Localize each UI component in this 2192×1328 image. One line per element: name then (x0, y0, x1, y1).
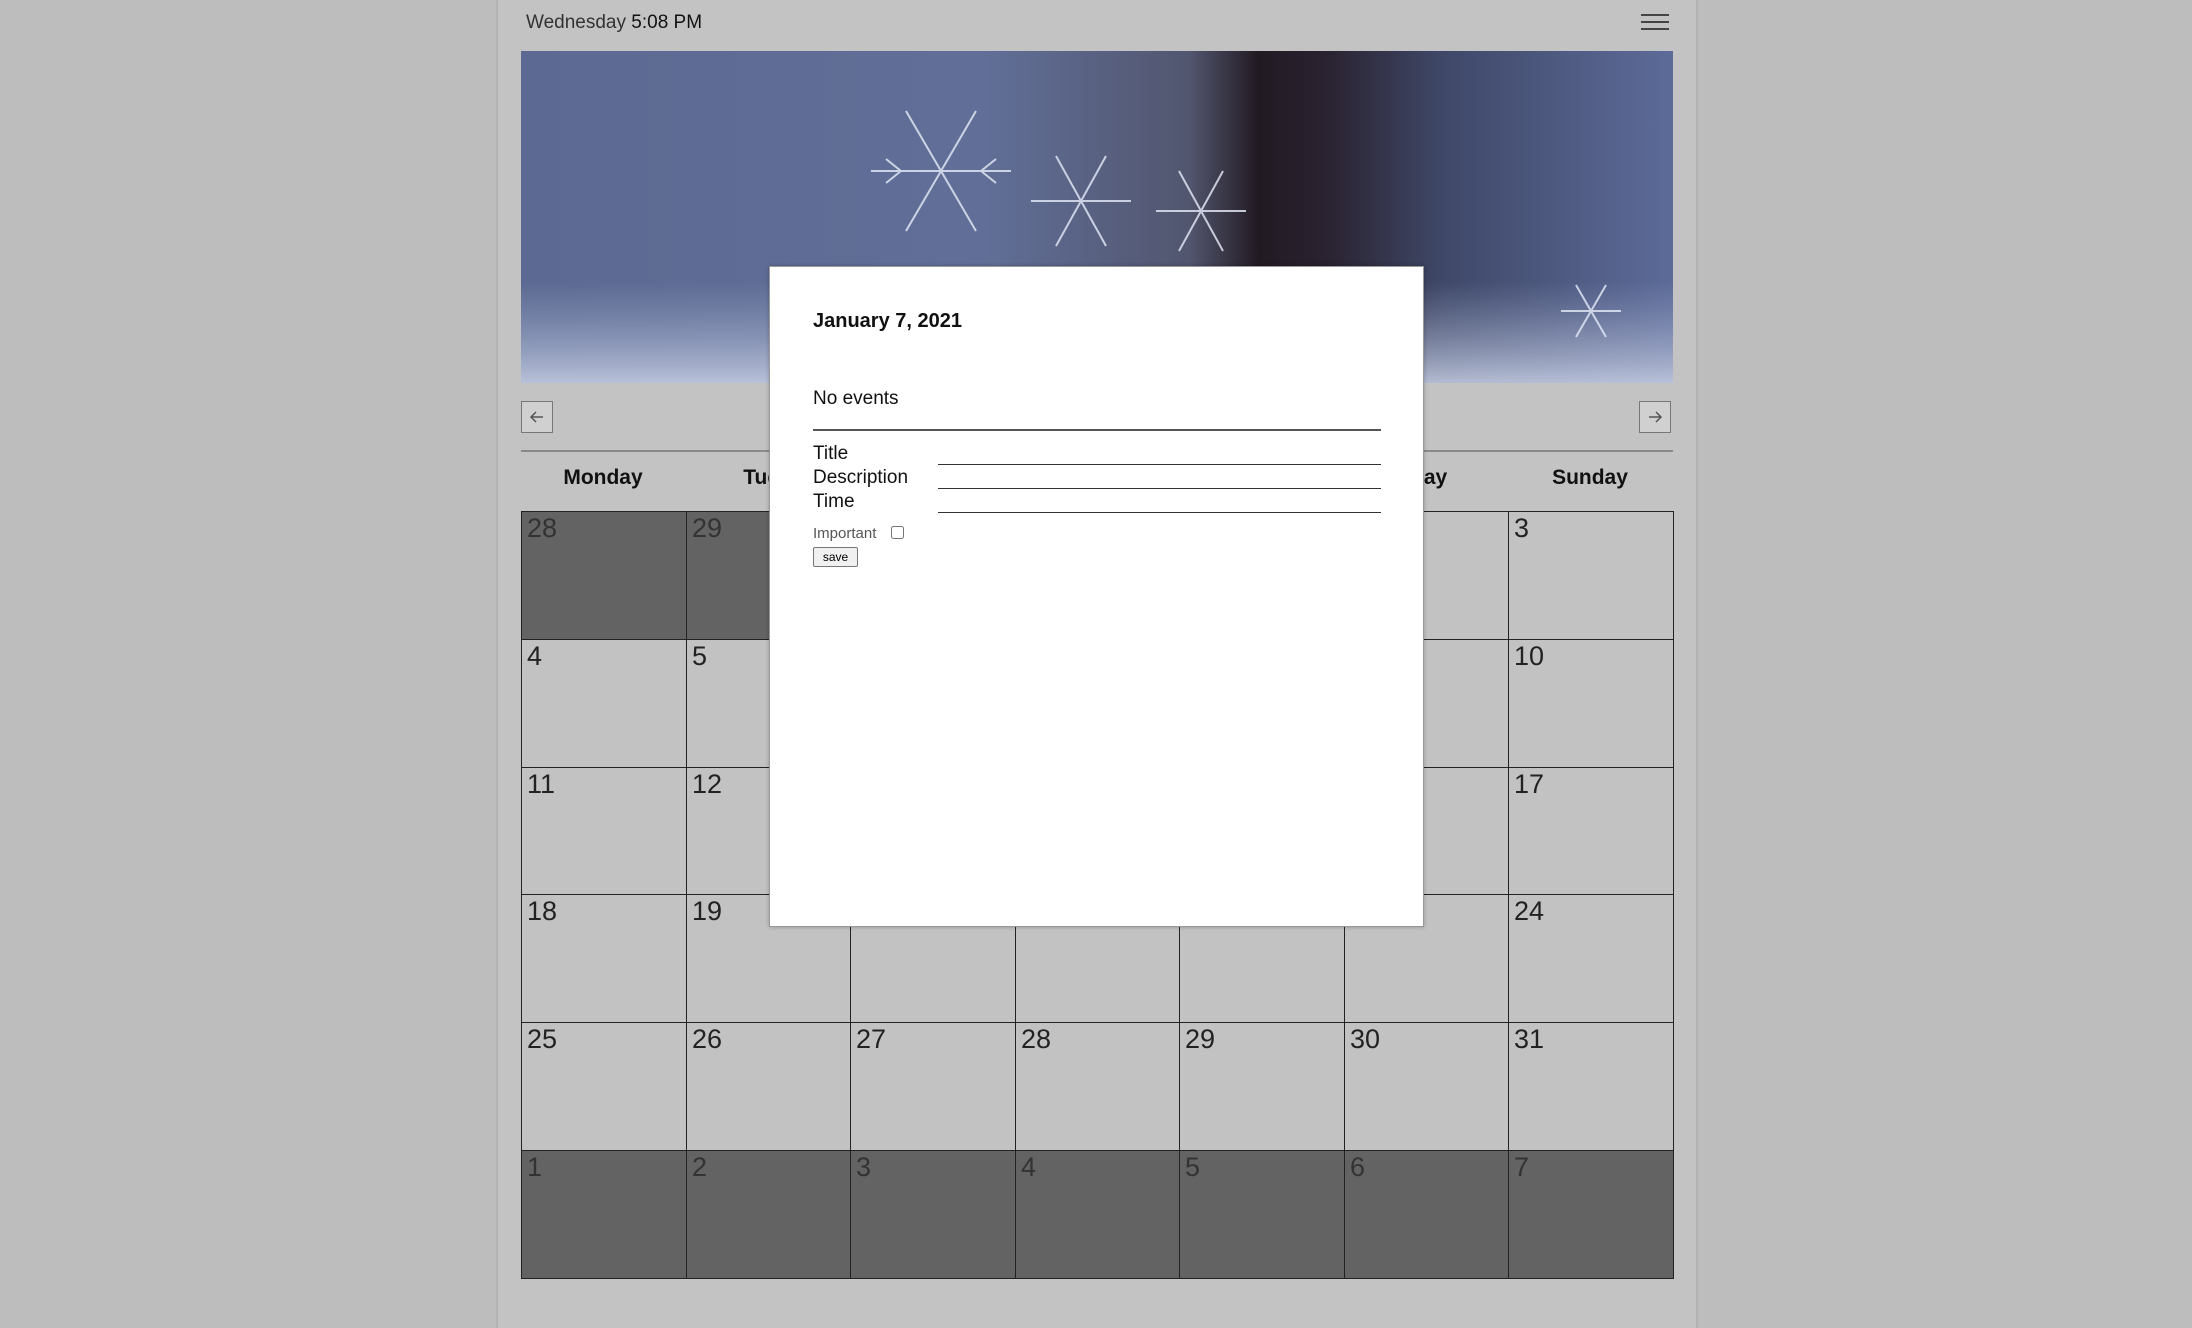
day-number: 24 (1514, 896, 1545, 926)
no-events-text: No events (813, 388, 899, 409)
day-cell-sunday[interactable]: 7 (1508, 1150, 1674, 1279)
day-cell-monday[interactable]: 18 (521, 894, 687, 1023)
weekday-text: Wednesday (526, 12, 626, 33)
description-label: Description (813, 467, 909, 488)
important-label: Important (813, 525, 877, 542)
day-number: 2 (692, 1152, 708, 1182)
day-number: 30 (1350, 1024, 1381, 1054)
day-cell-thursday[interactable]: 28 (1015, 1022, 1180, 1151)
day-number: 27 (856, 1024, 887, 1054)
day-number: 5 (1185, 1152, 1201, 1182)
time-text: 5:08 PM (631, 12, 703, 33)
dialog-divider (813, 429, 1381, 431)
day-number: 17 (1514, 769, 1545, 799)
day-number: 6 (1350, 1152, 1366, 1182)
day-cell-tuesday[interactable]: 26 (686, 1022, 851, 1151)
hamburger-menu-icon[interactable] (1641, 14, 1669, 34)
day-cell-monday[interactable]: 25 (521, 1022, 687, 1151)
day-number: 29 (692, 513, 723, 543)
day-cell-saturday[interactable]: 30 (1344, 1022, 1509, 1151)
day-cell-wednesday[interactable]: 27 (850, 1022, 1016, 1151)
day-cell-sunday[interactable]: 17 (1508, 767, 1674, 895)
day-number: 3 (1514, 513, 1530, 543)
datetime-display: Wednesday 5:08 PM (526, 12, 702, 34)
prev-month-button[interactable] (521, 401, 553, 433)
day-cell-thursday[interactable]: 4 (1015, 1150, 1180, 1279)
day-number: 10 (1514, 641, 1545, 671)
day-cell-friday[interactable]: 29 (1179, 1022, 1345, 1151)
day-cell-sunday[interactable]: 3 (1508, 511, 1674, 640)
day-number: 4 (1021, 1152, 1037, 1182)
day-number: 3 (856, 1152, 872, 1182)
day-number: 28 (1021, 1024, 1052, 1054)
day-number: 12 (692, 769, 723, 799)
day-cell-friday[interactable]: 5 (1179, 1150, 1345, 1279)
event-dialog: January 7, 2021 No events Title Descript… (769, 266, 1424, 927)
save-button[interactable]: save (813, 547, 858, 567)
day-number: 26 (692, 1024, 723, 1054)
time-label: Time (813, 491, 855, 512)
day-cell-monday[interactable]: 11 (521, 767, 687, 895)
title-label: Title (813, 443, 849, 464)
day-cell-sunday[interactable]: 10 (1508, 639, 1674, 768)
day-number: 18 (527, 896, 558, 926)
day-number: 1 (527, 1152, 543, 1182)
day-number: 28 (527, 513, 558, 543)
dialog-date-title: January 7, 2021 (813, 310, 962, 332)
day-cell-saturday[interactable]: 6 (1344, 1150, 1509, 1279)
day-number: 29 (1185, 1024, 1216, 1054)
arrow-left-icon (529, 411, 543, 423)
weekday-sunday: Sunday (1552, 466, 1628, 489)
day-cell-monday[interactable]: 28 (521, 511, 687, 640)
day-number: 4 (527, 641, 543, 671)
weekday-monday: Monday (563, 466, 643, 489)
title-input[interactable] (938, 442, 1381, 465)
day-number: 25 (527, 1024, 558, 1054)
day-number: 11 (527, 769, 556, 799)
time-input[interactable] (938, 490, 1381, 513)
day-number: 7 (1514, 1152, 1530, 1182)
important-checkbox[interactable] (891, 526, 904, 539)
next-month-button[interactable] (1639, 401, 1671, 433)
day-cell-monday[interactable]: 1 (521, 1150, 687, 1279)
day-cell-monday[interactable]: 4 (521, 639, 687, 768)
day-number: 5 (692, 641, 708, 671)
day-number: 19 (692, 896, 723, 926)
day-cell-sunday[interactable]: 24 (1508, 894, 1674, 1023)
day-cell-tuesday[interactable]: 2 (686, 1150, 851, 1279)
day-number: 31 (1514, 1024, 1545, 1054)
day-cell-sunday[interactable]: 31 (1508, 1022, 1674, 1151)
arrow-right-icon (1649, 411, 1663, 423)
description-input[interactable] (938, 466, 1381, 489)
day-cell-wednesday[interactable]: 3 (850, 1150, 1016, 1279)
